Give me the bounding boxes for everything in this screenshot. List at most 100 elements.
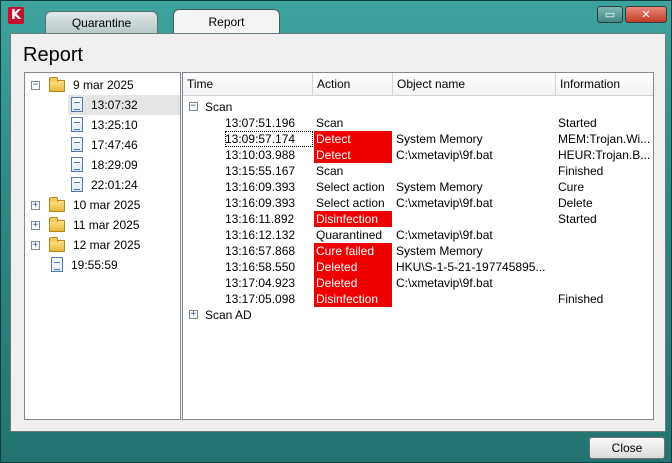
event-action: Disinfection: [314, 211, 392, 227]
tree-item-label: 19:55:59: [71, 258, 118, 272]
expand-icon[interactable]: +: [31, 201, 40, 210]
event-object: C:\xmetavip\9f.bat: [396, 228, 493, 242]
tree-report-item[interactable]: 17:47:46: [25, 135, 180, 155]
table-row[interactable]: 13:16:11.892 Disinfection Started: [183, 211, 653, 227]
table-row[interactable]: 13:16:58.550 Deleted HKU\S-1-5-21-19774589…: [183, 259, 653, 275]
event-information: Finished: [558, 292, 604, 306]
tree-report-item[interactable]: 19:55:59: [25, 255, 180, 275]
event-information: Finished: [558, 164, 604, 178]
event-action: Quarantined: [316, 228, 383, 242]
event-information: [558, 227, 653, 243]
event-time: 13:16:09.393: [225, 196, 296, 210]
app-window: K Quarantine Report ▭ ✕ Report − 9 mar 20…: [0, 0, 672, 463]
close-window-button[interactable]: ✕: [625, 6, 667, 23]
tree-report-item[interactable]: 13:25:10: [25, 115, 180, 135]
grid-group-row[interactable]: − Scan: [183, 99, 383, 115]
grid-group-row[interactable]: + Scan AD: [183, 307, 383, 323]
expand-icon[interactable]: +: [31, 241, 40, 250]
table-row[interactable]: 13:15:55.167 Scan Finished: [183, 163, 653, 179]
report-file-icon: [51, 257, 63, 272]
event-information: [558, 275, 653, 291]
tab-quarantine[interactable]: Quarantine: [45, 11, 158, 33]
event-information: [558, 259, 653, 275]
event-object: C:\xmetavip\9f.bat: [396, 196, 493, 210]
tree-item-label: 9 mar 2025: [73, 78, 134, 92]
report-file-icon: [71, 117, 83, 132]
event-action: Detect: [314, 147, 392, 163]
table-row[interactable]: 13:17:05.098 Disinfection Finished: [183, 291, 653, 307]
table-row[interactable]: 13:16:57.868 Cure failed System Memory: [183, 243, 653, 259]
report-file-icon: [71, 157, 83, 172]
event-time: 13:16:58.550: [225, 260, 296, 274]
column-header-information[interactable]: Information: [556, 73, 653, 96]
event-object: [396, 163, 556, 179]
tree-item-label: 22:01:24: [91, 178, 138, 192]
event-time: 13:07:51.196: [225, 116, 296, 130]
column-header-time[interactable]: Time: [183, 73, 313, 96]
table-row[interactable]: 13:09:57.174 Detect System Memory MEM:Troja…: [183, 131, 653, 147]
column-header-action[interactable]: Action: [313, 73, 393, 96]
event-time: 13:16:11.892: [225, 212, 295, 226]
event-information: MEM:Trojan.Wi...: [558, 132, 651, 146]
event-object: HKU\S-1-5-21-197745895...: [396, 260, 546, 274]
restore-window-button[interactable]: ▭: [597, 6, 623, 23]
event-time: 13:17:05.098: [225, 292, 296, 306]
expand-icon[interactable]: +: [31, 221, 40, 230]
tree-item-label: 10 mar 2025: [73, 198, 141, 212]
event-action: Select action: [316, 196, 385, 210]
tree-item-label: 18:29:09: [91, 158, 138, 172]
event-object: C:\xmetavip\9f.bat: [396, 148, 493, 162]
event-object: [396, 211, 556, 227]
tree-folder-item[interactable]: +12 mar 2025: [25, 235, 180, 255]
event-action: Disinfection: [314, 291, 392, 307]
event-information: HEUR:Trojan.B...: [558, 148, 651, 162]
event-time: 13:16:12.132: [225, 228, 296, 242]
expand-icon[interactable]: +: [189, 310, 198, 319]
report-tree[interactable]: − 9 mar 2025 13:07:32 13:25:10 17:47:46 18:29…: [24, 72, 181, 420]
event-time: 13:15:55.167: [225, 164, 296, 178]
event-information: Started: [558, 212, 597, 226]
tree-report-item[interactable]: 18:29:09: [25, 155, 180, 175]
tree-item-label: 17:47:46: [91, 138, 138, 152]
close-button[interactable]: Close: [589, 437, 665, 459]
table-row[interactable]: 13:17:04.923 Deleted C:\xmetavip\9f.bat: [183, 275, 653, 291]
tree-item-label: 13:07:32: [91, 98, 138, 112]
event-action: Scan: [316, 116, 344, 130]
tree-report-item[interactable]: 13:07:32: [25, 95, 180, 115]
table-row[interactable]: 13:16:09.393 Select action C:\xmetavip\9f.…: [183, 195, 653, 211]
tree-folder-item[interactable]: +10 mar 2025: [25, 195, 180, 215]
report-file-icon: [71, 97, 83, 112]
event-information: [558, 243, 653, 259]
report-panel: Report − 9 mar 2025 13:07:32 13:25:10 17:47:…: [10, 33, 666, 432]
tab-report[interactable]: Report: [173, 9, 280, 35]
folder-icon: [49, 197, 65, 212]
tree-report-item[interactable]: 22:01:24: [25, 175, 180, 195]
event-time: 13:16:57.868: [225, 244, 296, 258]
event-action: Deleted: [314, 275, 392, 291]
event-time: 13:09:57.174: [225, 131, 313, 147]
event-time: 13:16:09.393: [225, 180, 296, 194]
event-object: [396, 115, 556, 131]
group-label: Scan: [205, 100, 233, 114]
collapse-icon[interactable]: −: [189, 102, 198, 111]
table-row[interactable]: 13:10:03.988 Detect C:\xmetavip\9f.bat HEUR…: [183, 147, 653, 163]
event-information: Delete: [558, 196, 593, 210]
event-information: Started: [558, 116, 597, 130]
grid-header: Time Action Object name Information: [183, 73, 653, 96]
tree-item-label: 11 mar 2025: [73, 218, 140, 232]
column-header-object[interactable]: Object name: [393, 73, 556, 96]
folder-icon: [49, 77, 65, 92]
table-row[interactable]: 13:16:09.393 Select action System Memory Cu…: [183, 179, 653, 195]
report-file-icon: [71, 137, 83, 152]
event-action: Cure failed: [314, 243, 392, 259]
event-action: Deleted: [314, 259, 392, 275]
table-row[interactable]: 13:07:51.196 Scan Started: [183, 115, 653, 131]
event-action: Select action: [316, 180, 385, 194]
event-object: System Memory: [396, 180, 483, 194]
tree-folder-item[interactable]: − 9 mar 2025: [25, 75, 180, 95]
collapse-icon[interactable]: −: [31, 81, 40, 90]
table-row[interactable]: 13:16:12.132 Quarantined C:\xmetavip\9f.ba…: [183, 227, 653, 243]
tree-folder-item[interactable]: +11 mar 2025: [25, 215, 180, 235]
event-time: 13:17:04.923: [225, 276, 296, 290]
tree-item-label: 13:25:10: [91, 118, 138, 132]
